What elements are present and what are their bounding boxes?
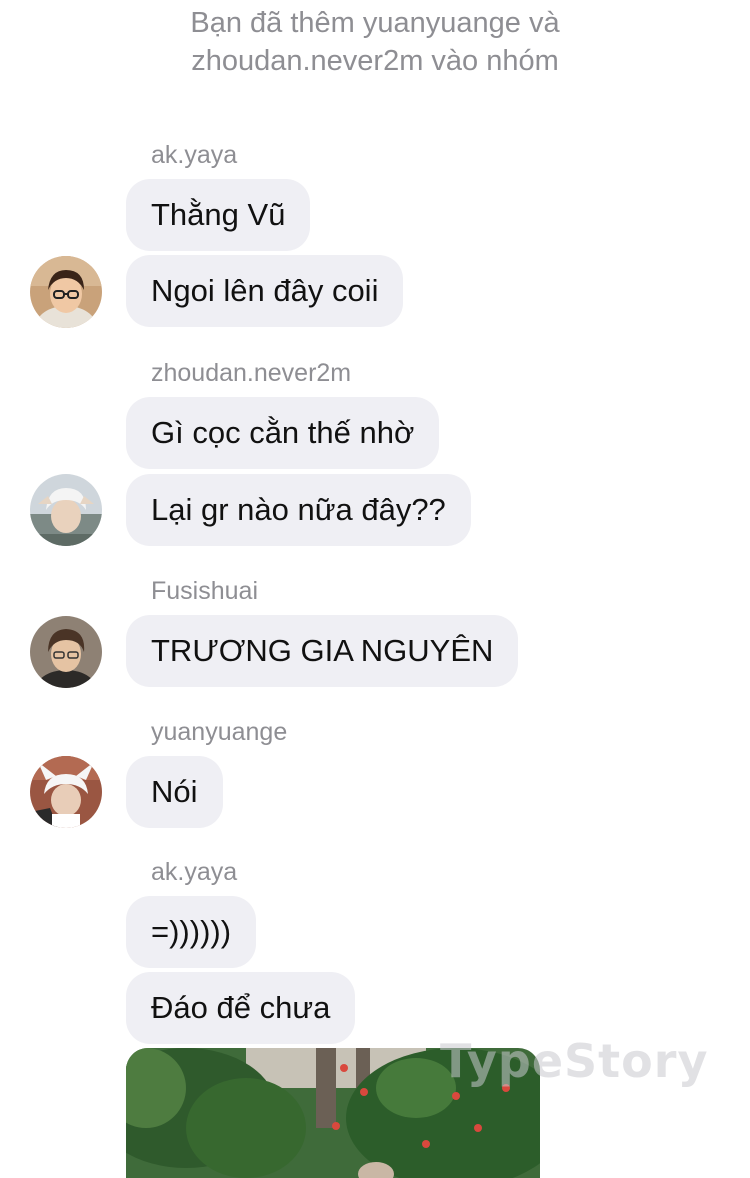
message-bubble[interactable]: Thằng Vũ [126, 179, 311, 251]
sender-name: Fusishuai [151, 577, 258, 605]
watermark: TypeStory [440, 1034, 709, 1088]
message-bubble[interactable]: TRƯƠNG GIA NGUYÊN [126, 615, 519, 687]
message-bubble[interactable]: Nói [126, 756, 223, 828]
avatar[interactable] [30, 256, 102, 328]
avatar[interactable] [30, 474, 102, 546]
sender-name: ak.yaya [151, 141, 238, 169]
sender-name: ak.yaya [151, 858, 238, 886]
message-bubble[interactable]: Lại gr nào nữa đây?? [126, 474, 471, 546]
message-bubble[interactable]: Đáo để chưa [126, 972, 356, 1044]
message-bubble[interactable]: =)))))) [126, 896, 257, 968]
avatar[interactable] [30, 756, 102, 828]
system-notice-line-1: Bạn đã thêm yuanyuange và [190, 7, 560, 39]
avatar[interactable] [30, 616, 102, 688]
system-notice: Bạn đã thêm yuanyuange và zhoudan.never2… [0, 4, 750, 80]
message-bubble[interactable]: Gì cọc cằn thế nhờ [126, 397, 440, 469]
sender-name: zhoudan.never2m [151, 359, 352, 387]
sender-name: yuanyuange [151, 718, 288, 746]
system-notice-line-2: zhoudan.never2m vào nhóm [191, 45, 559, 77]
message-bubble[interactable]: Ngoi lên đây coii [126, 255, 404, 327]
